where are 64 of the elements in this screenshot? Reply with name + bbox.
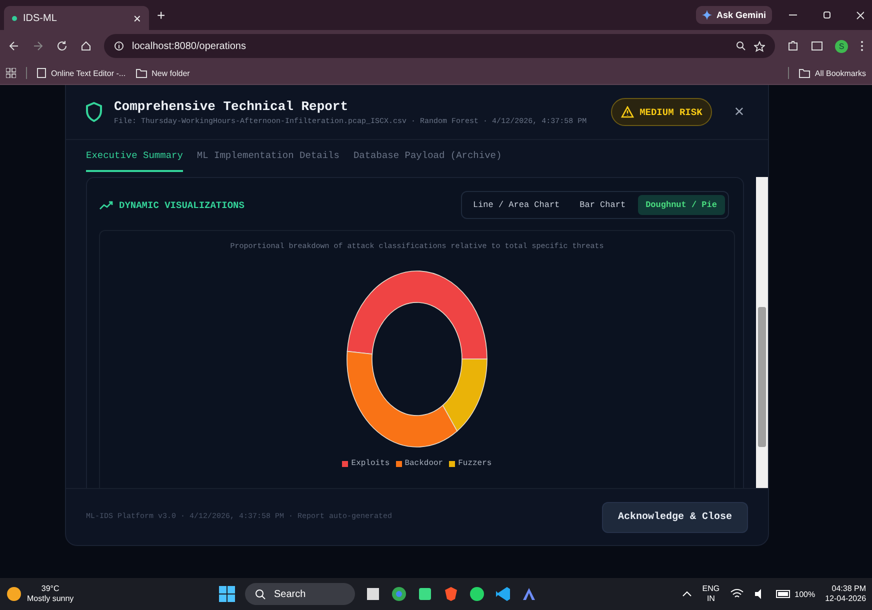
- profile-avatar[interactable]: S: [835, 40, 848, 52]
- close-button[interactable]: ×: [728, 102, 750, 122]
- folder-icon: [798, 68, 810, 78]
- menu-icon[interactable]: [860, 40, 864, 52]
- chart-type-button[interactable]: Doughnut / Pie: [638, 195, 725, 215]
- back-icon[interactable]: [8, 40, 20, 52]
- acknowledge-button[interactable]: Acknowledge & Close: [602, 502, 748, 532]
- app-icon[interactable]: [468, 586, 485, 602]
- app-icon[interactable]: [416, 586, 433, 602]
- clock[interactable]: 04:38 PM 12-04-2026: [825, 584, 866, 604]
- apps-icon[interactable]: [6, 68, 16, 78]
- report-title: Comprehensive Technical Report: [114, 98, 350, 114]
- bookmark[interactable]: New folder: [136, 68, 190, 78]
- wifi-icon: [730, 588, 744, 600]
- home-icon[interactable]: [80, 40, 92, 52]
- taskbar-search[interactable]: Search: [244, 583, 355, 605]
- legend-label: Exploits: [351, 459, 390, 468]
- app-icon[interactable]: [364, 586, 381, 602]
- all-bookmarks[interactable]: All Bookmarks: [798, 68, 866, 78]
- sparkle-icon: [702, 10, 712, 20]
- browser-tab[interactable]: IDS-ML ×: [4, 6, 149, 30]
- chart-type-button[interactable]: Line / Area Chart: [464, 195, 568, 215]
- tab-close-button[interactable]: ×: [133, 10, 141, 26]
- risk-badge: MEDIUM RISK: [610, 98, 712, 126]
- app-icon[interactable]: [520, 586, 537, 602]
- chart-type-button[interactable]: Bar Chart: [572, 195, 634, 215]
- temperature: 39°C: [41, 584, 60, 594]
- app-icon[interactable]: [494, 586, 511, 602]
- chevron-up-icon[interactable]: [682, 590, 692, 598]
- report-tab[interactable]: Database Payload (Archive): [353, 140, 502, 172]
- forward-icon[interactable]: [32, 40, 44, 52]
- shield-icon: [86, 102, 102, 122]
- star-icon: [754, 40, 765, 52]
- start-icon[interactable]: [218, 586, 235, 602]
- report-tab[interactable]: Executive Summary: [86, 140, 183, 172]
- bookmark[interactable]: Online Text Editor -...: [37, 68, 126, 78]
- new-tab-button[interactable]: +: [157, 7, 166, 23]
- language-indicator[interactable]: ENG IN: [702, 584, 720, 604]
- battery-status[interactable]: 100%: [776, 589, 816, 599]
- app-icon[interactable]: [442, 586, 459, 602]
- section-title: DYNAMIC VISUALIZATIONS: [119, 200, 244, 210]
- weather-text: Mostly sunny: [27, 594, 74, 604]
- address-field[interactable]: localhost:8080/operations: [104, 34, 775, 58]
- report-tab[interactable]: ML Implementation Details: [196, 140, 340, 172]
- legend-label: Fuzzers: [458, 459, 492, 468]
- page-icon: [37, 68, 46, 78]
- favicon-icon: [12, 16, 17, 20]
- tab-title: IDS-ML: [23, 12, 57, 24]
- reload-icon[interactable]: [56, 40, 68, 52]
- zoom-icon: [736, 41, 746, 51]
- side-panel-icon[interactable]: [811, 40, 823, 52]
- info-icon[interactable]: [114, 41, 124, 51]
- legend-label: Backdoor: [404, 459, 444, 468]
- extensions-icon[interactable]: [787, 40, 799, 52]
- folder-icon: [136, 68, 147, 78]
- app-icon[interactable]: [390, 586, 407, 602]
- search-icon: [254, 588, 266, 600]
- trend-icon: [99, 200, 113, 210]
- weather-icon: [6, 586, 22, 602]
- restore-icon[interactable]: [822, 10, 832, 20]
- ask-button[interactable]: Ask Gemini: [696, 6, 772, 24]
- battery-icon: [776, 589, 792, 599]
- scrollbar[interactable]: [756, 177, 768, 488]
- close-icon[interactable]: [856, 10, 864, 20]
